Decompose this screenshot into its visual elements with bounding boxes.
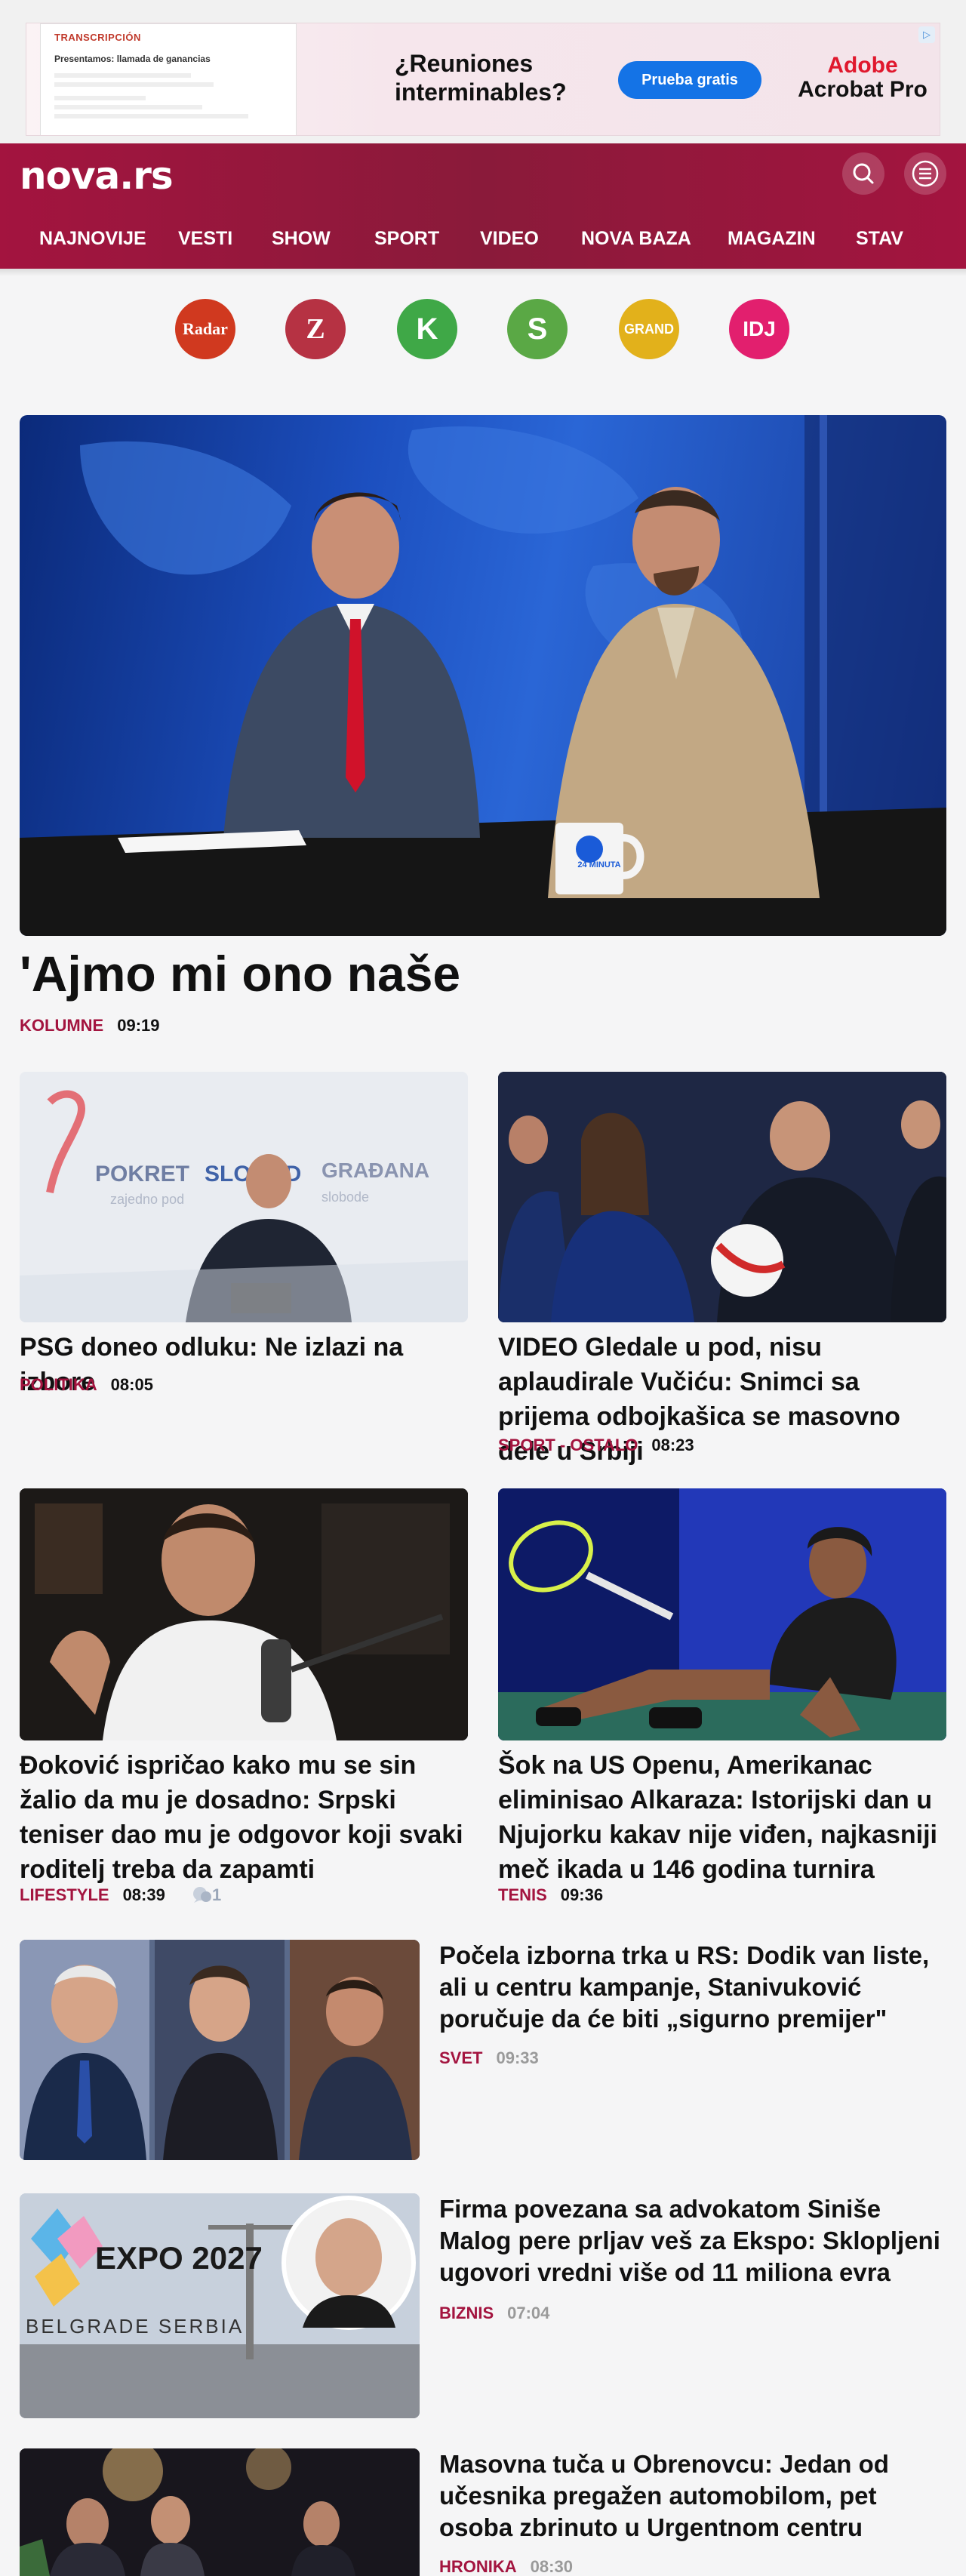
card-time: 08:39 [122,1885,165,1904]
card-time: 08:05 [110,1375,153,1394]
card-category[interactable]: SPORT - OSTALO [498,1436,638,1454]
nav-item-show[interactable]: SHOW [272,216,331,261]
card-photo: POKRET SLOBOD GRAĐANA zajedno pod slobod… [20,1072,468,1322]
expo-logo-subtext: BELGRADE SERBIA [26,2315,244,2337]
list-item-category[interactable]: BIZNIS [439,2304,494,2322]
ad-info-icon[interactable]: ▷ [918,26,935,43]
list-item-image[interactable]: EXPO 2027 BELGRADE SERBIA [20,2193,420,2418]
list-item-category[interactable]: HRONIKA [439,2557,517,2576]
list-item-time: 09:33 [496,2048,539,2067]
nav-item-nova-baza[interactable]: NOVA BAZA [581,216,691,261]
search-button[interactable] [842,152,884,195]
brand-radar[interactable]: Radar [175,299,235,359]
card-category[interactable]: LIFESTYLE [20,1885,109,1904]
card-title[interactable]: Đoković ispričao kako mu se sin žalio da… [20,1748,468,1887]
ad-doc-line [54,96,146,100]
ad-cta-button[interactable]: Prueba gratis [618,61,761,99]
main-nav: NAJNOVIJE VESTI SHOW SPORT VIDEO NOVA BA… [0,216,966,261]
ad-doc-line [54,82,214,87]
nav-item-vesti[interactable]: VESTI [178,216,232,261]
list-item-title[interactable]: Firma povezana sa advokatom Siniše Malog… [439,2193,946,2288]
card-meta: SPORT - OSTALO 08:23 [498,1434,694,1457]
hero-photo [20,415,946,936]
list-item-time: 08:30 [530,2557,573,2576]
list-item-photo [20,2448,420,2576]
list-item-title[interactable]: Počela izborna trka u RS: Dodik van list… [439,1940,946,2035]
nav-item-stav[interactable]: STAV [856,216,903,261]
ad-brand-bottom: Acrobat Pro [798,77,928,102]
menu-button[interactable] [904,152,946,195]
card-time: 09:36 [560,1885,604,1904]
nav-item-sport[interactable]: SPORT [374,216,439,261]
hero-mug-label: 24 MINUTA [577,860,621,869]
nav-item-magazin[interactable]: MAGAZIN [728,216,816,261]
list-item-image[interactable] [20,2448,420,2576]
card-meta: LIFESTYLE 08:39 1 [20,1884,221,1907]
ad-doc-tag: TRANSCRIPCIÓN [54,32,141,43]
hero-title[interactable]: 'Ajmo mi ono naše [20,940,946,1007]
ad-document-preview: TRANSCRIPCIÓN Presentamos: llamada de ga… [40,23,297,135]
brand-grand[interactable]: GRAND [619,299,679,359]
ad-doc-line [54,105,203,109]
comment-count[interactable]: 1 [191,1885,221,1904]
ad-doc-line [54,114,248,118]
svg-text:POKRET: POKRET [95,1162,189,1186]
card-image[interactable]: POKRET SLOBOD GRAĐANA zajedno pod slobod… [20,1072,468,1322]
brand-zena[interactable]: Z [285,299,346,359]
nav-item-video[interactable]: VIDEO [480,216,539,261]
list-item-title[interactable]: Masovna tuča u Obrenovcu: Jedan od učesn… [439,2448,946,2544]
expo-logo-text: EXPO 2027 [95,2240,263,2276]
ad-doc-line [54,73,192,78]
card-meta: POLITIKA 08:05 [20,1374,153,1396]
card-image[interactable] [498,1488,946,1740]
ad-banner-area: TRANSCRIPCIÓN Presentamos: llamada de ga… [0,0,966,143]
nav-item-najnovije[interactable]: NAJNOVIJE [39,216,146,261]
brand-s[interactable]: S [507,299,568,359]
ad-brand-top: Adobe [827,53,898,78]
ad-headline: ¿Reuniones interminables? [395,50,567,106]
card-image[interactable] [498,1072,946,1322]
card-photo [498,1488,946,1740]
list-item-meta: HRONIKA 08:30 [439,2556,573,2576]
list-item-time: 07:04 [507,2304,550,2322]
list-item-image[interactable] [20,1940,420,2160]
comment-icon [192,1887,211,1903]
header-shadow [0,269,966,276]
ad-banner[interactable]: TRANSCRIPCIÓN Presentamos: llamada de ga… [26,23,940,136]
search-icon [853,163,874,184]
site-logo[interactable]: nova.rs [20,154,174,198]
svg-text:zajedno pod: zajedno pod [110,1192,184,1207]
card-image[interactable] [20,1488,468,1740]
list-item-photo: EXPO 2027 BELGRADE SERBIA [20,2193,420,2418]
card-photo [498,1072,946,1322]
hero-meta: KOLUMNE 09:19 [20,1014,160,1037]
comment-count-label: 1 [211,1885,222,1904]
svg-text:slobode: slobode [321,1190,369,1205]
ad-brand: Adobe Acrobat Pro [787,54,938,102]
hamburger-menu-icon [912,160,939,187]
card-category[interactable]: POLITIKA [20,1375,97,1394]
site-header: nova.rs NAJNOVIJE VESTI SHOW SPORT VIDEO… [0,143,966,269]
list-item-meta: BIZNIS 07:04 [439,2302,549,2325]
list-item-photo [20,1940,420,2160]
card-title[interactable]: Šok na US Openu, Amerikanac eliminisao A… [498,1748,946,1887]
card-photo [20,1488,468,1740]
brand-k[interactable]: K [397,299,457,359]
hero-image[interactable] [20,415,946,936]
hero-time: 09:19 [117,1016,160,1035]
card-category[interactable]: TENIS [498,1885,547,1904]
ad-doc-heading: Presentamos: llamada de ganancias [54,54,211,64]
list-item-category[interactable]: SVET [439,2048,482,2067]
card-meta: TENIS 09:36 [498,1884,603,1907]
list-item-meta: SVET 09:33 [439,2047,539,2070]
brand-idj[interactable]: IDJ [729,299,789,359]
svg-text:GRAĐANA: GRAĐANA [321,1159,429,1182]
hero-category[interactable]: KOLUMNE [20,1016,103,1035]
card-time: 08:23 [651,1436,694,1454]
